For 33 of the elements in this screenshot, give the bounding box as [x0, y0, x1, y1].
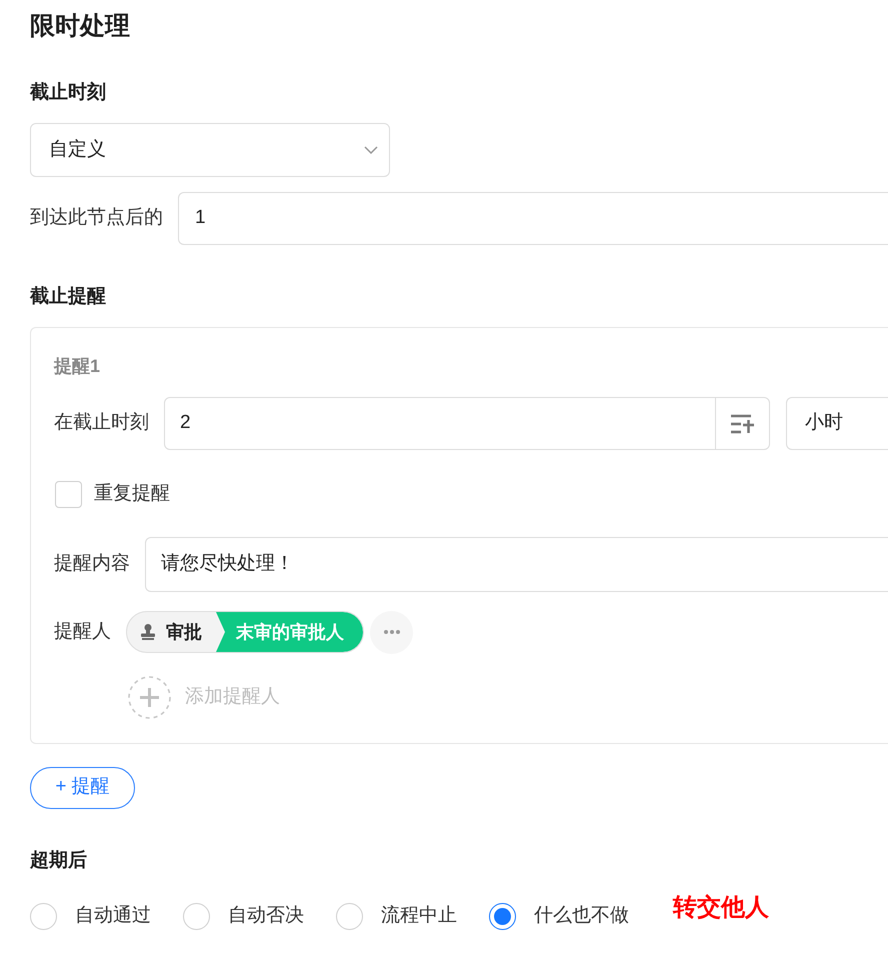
section-heading: 截止提醒 — [30, 285, 106, 309]
page-title: 限时处理 — [30, 11, 130, 42]
checkbox-label[interactable]: 重复提醒 — [94, 480, 170, 508]
deadline-select[interactable]: 自定义 — [30, 123, 390, 177]
chevron-down-icon — [364, 146, 378, 154]
input-field[interactable]: 请您尽快处理！ — [145, 536, 888, 592]
checkbox[interactable] — [55, 480, 82, 508]
field-label: 到达此节点后的 — [30, 206, 163, 230]
note-text: 转交他人 — [673, 892, 769, 922]
ellipsis-icon — [384, 630, 400, 634]
section-heading: 截止时刻 — [30, 80, 106, 105]
radio-label[interactable]: 什么也不做 — [534, 902, 629, 931]
recipient-chip[interactable]: 审批 末审的审批人 — [126, 611, 364, 653]
section-heading: 超期后 — [30, 848, 87, 872]
radio-button[interactable] — [489, 903, 516, 930]
add-reminder-button[interactable]: + 提醒 — [30, 766, 135, 808]
input-field[interactable]: 2 — [164, 397, 716, 450]
list-plus-icon — [731, 414, 754, 434]
node-type-label: 审批 — [166, 620, 202, 644]
radio-label[interactable]: 自动否决 — [228, 902, 304, 931]
unit-select[interactable]: 小时 — [786, 397, 888, 450]
reminder-title: 提醒1 — [54, 355, 100, 378]
approver-name: 末审的审批人 — [216, 612, 363, 652]
list-plus-button[interactable] — [716, 397, 770, 450]
radio-label[interactable]: 自动通过 — [75, 902, 151, 931]
field-label: 提醒内容 — [54, 552, 130, 576]
dashed-plus-circle-icon — [128, 676, 171, 718]
more-button[interactable] — [370, 610, 413, 654]
stamp-icon — [141, 624, 155, 640]
input-field[interactable]: 1 — [178, 192, 888, 245]
field-label: 提醒人 — [54, 620, 111, 644]
radio-label[interactable]: 流程中止 — [381, 902, 457, 931]
field-label: 在截止时刻 — [54, 411, 149, 436]
